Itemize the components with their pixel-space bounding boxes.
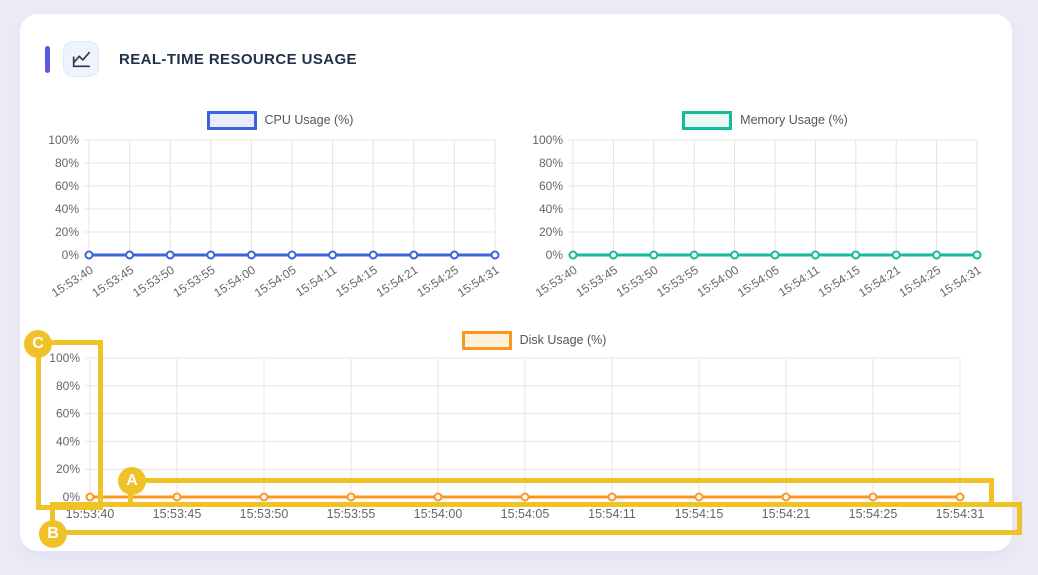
cpu-legend-label: CPU Usage (%): [264, 113, 354, 127]
cpu-chart-canvas[interactable]: 0%20%40%60%80%100%15:53:4015:53:4515:53:…: [45, 132, 515, 344]
svg-text:0%: 0%: [546, 248, 564, 262]
svg-text:15:54:05: 15:54:05: [252, 263, 299, 300]
svg-text:15:54:11: 15:54:11: [776, 263, 822, 300]
svg-text:15:54:00: 15:54:00: [694, 263, 741, 300]
svg-text:40%: 40%: [56, 434, 80, 448]
memory-legend[interactable]: Memory Usage (%): [530, 110, 1000, 130]
svg-text:15:54:11: 15:54:11: [588, 507, 636, 521]
svg-text:0%: 0%: [63, 490, 81, 504]
svg-text:60%: 60%: [56, 407, 80, 421]
svg-text:80%: 80%: [539, 156, 563, 170]
svg-text:15:53:40: 15:53:40: [49, 263, 96, 300]
svg-text:15:54:21: 15:54:21: [856, 263, 903, 300]
svg-text:15:53:45: 15:53:45: [573, 263, 620, 300]
memory-legend-swatch-icon: [682, 110, 733, 130]
svg-text:60%: 60%: [539, 179, 563, 193]
svg-text:100%: 100%: [49, 352, 80, 365]
cpu-usage-chart: CPU Usage (%) 0% 20% 40% 60% 80% 100% 15:53:40…: [45, 110, 515, 349]
svg-text:60%: 60%: [55, 179, 79, 193]
svg-text:15:54:21: 15:54:21: [374, 263, 421, 300]
disk-legend[interactable]: Disk Usage (%): [38, 330, 1030, 350]
svg-text:15:54:15: 15:54:15: [675, 507, 724, 521]
section-header: REAL-TIME RESOURCE USAGE: [45, 41, 357, 77]
svg-text:80%: 80%: [56, 379, 80, 393]
svg-text:15:54:25: 15:54:25: [849, 507, 898, 521]
svg-text:15:53:40: 15:53:40: [66, 507, 115, 521]
svg-text:15:54:00: 15:54:00: [414, 507, 463, 521]
svg-text:15:54:21: 15:54:21: [762, 507, 811, 521]
cpu-legend[interactable]: CPU Usage (%): [45, 110, 515, 130]
line-chart-icon: [63, 41, 99, 77]
svg-text:15:54:05: 15:54:05: [501, 507, 550, 521]
memory-usage-chart: Memory Usage (%) 0% 20% 40% 60% 80% 100% 15:53…: [530, 110, 1000, 349]
svg-text:15:53:50: 15:53:50: [614, 263, 661, 300]
svg-text:15:53:55: 15:53:55: [654, 263, 701, 300]
svg-text:40%: 40%: [55, 202, 79, 216]
svg-text:40%: 40%: [539, 202, 563, 216]
memory-legend-label: Memory Usage (%): [740, 113, 848, 127]
svg-text:15:54:31: 15:54:31: [455, 263, 502, 300]
svg-text:15:53:45: 15:53:45: [89, 263, 136, 300]
disk-legend-swatch-icon: [461, 330, 512, 350]
cpu-legend-swatch-icon: [206, 110, 257, 130]
svg-text:15:54:31: 15:54:31: [937, 263, 984, 300]
svg-text:15:53:50: 15:53:50: [240, 507, 289, 521]
svg-text:20%: 20%: [539, 225, 563, 239]
svg-text:100%: 100%: [532, 133, 563, 147]
disk-chart-canvas[interactable]: 0% 20% 40% 60% 80% 100% 15:53:40 15:53:45 15:53:…: [38, 351, 1030, 537]
svg-text:15:54:15: 15:54:15: [816, 263, 863, 300]
svg-text:0%: 0%: [62, 248, 80, 262]
svg-text:15:53:45: 15:53:45: [153, 507, 202, 521]
resource-usage-card: REAL-TIME RESOURCE USAGE CPU Usage (%) 0…: [20, 14, 1012, 551]
svg-text:15:53:55: 15:53:55: [327, 507, 376, 521]
disk-legend-label: Disk Usage (%): [519, 333, 607, 347]
svg-text:15:54:05: 15:54:05: [735, 263, 782, 300]
svg-text:15:54:11: 15:54:11: [293, 263, 339, 300]
disk-usage-chart: Disk Usage (%) 0% 20% 40% 60% 80% 100% 15:53:4…: [38, 330, 1030, 542]
svg-text:100%: 100%: [48, 133, 79, 147]
svg-text:15:54:15: 15:54:15: [333, 263, 380, 300]
svg-text:80%: 80%: [55, 156, 79, 170]
svg-text:20%: 20%: [56, 462, 80, 476]
svg-text:20%: 20%: [55, 225, 79, 239]
page-title: REAL-TIME RESOURCE USAGE: [119, 50, 357, 68]
accent-bar: [45, 45, 50, 73]
svg-text:15:54:25: 15:54:25: [414, 263, 461, 300]
memory-chart-canvas[interactable]: 0%20%40%60%80%100%15:53:4015:53:4515:53:…: [530, 132, 1000, 344]
svg-text:15:53:40: 15:53:40: [533, 263, 580, 300]
svg-text:15:54:31: 15:54:31: [936, 507, 985, 521]
svg-text:15:53:55: 15:53:55: [171, 263, 218, 300]
svg-text:15:54:25: 15:54:25: [896, 263, 943, 300]
svg-text:15:53:50: 15:53:50: [130, 263, 177, 300]
svg-text:15:54:00: 15:54:00: [211, 263, 258, 300]
